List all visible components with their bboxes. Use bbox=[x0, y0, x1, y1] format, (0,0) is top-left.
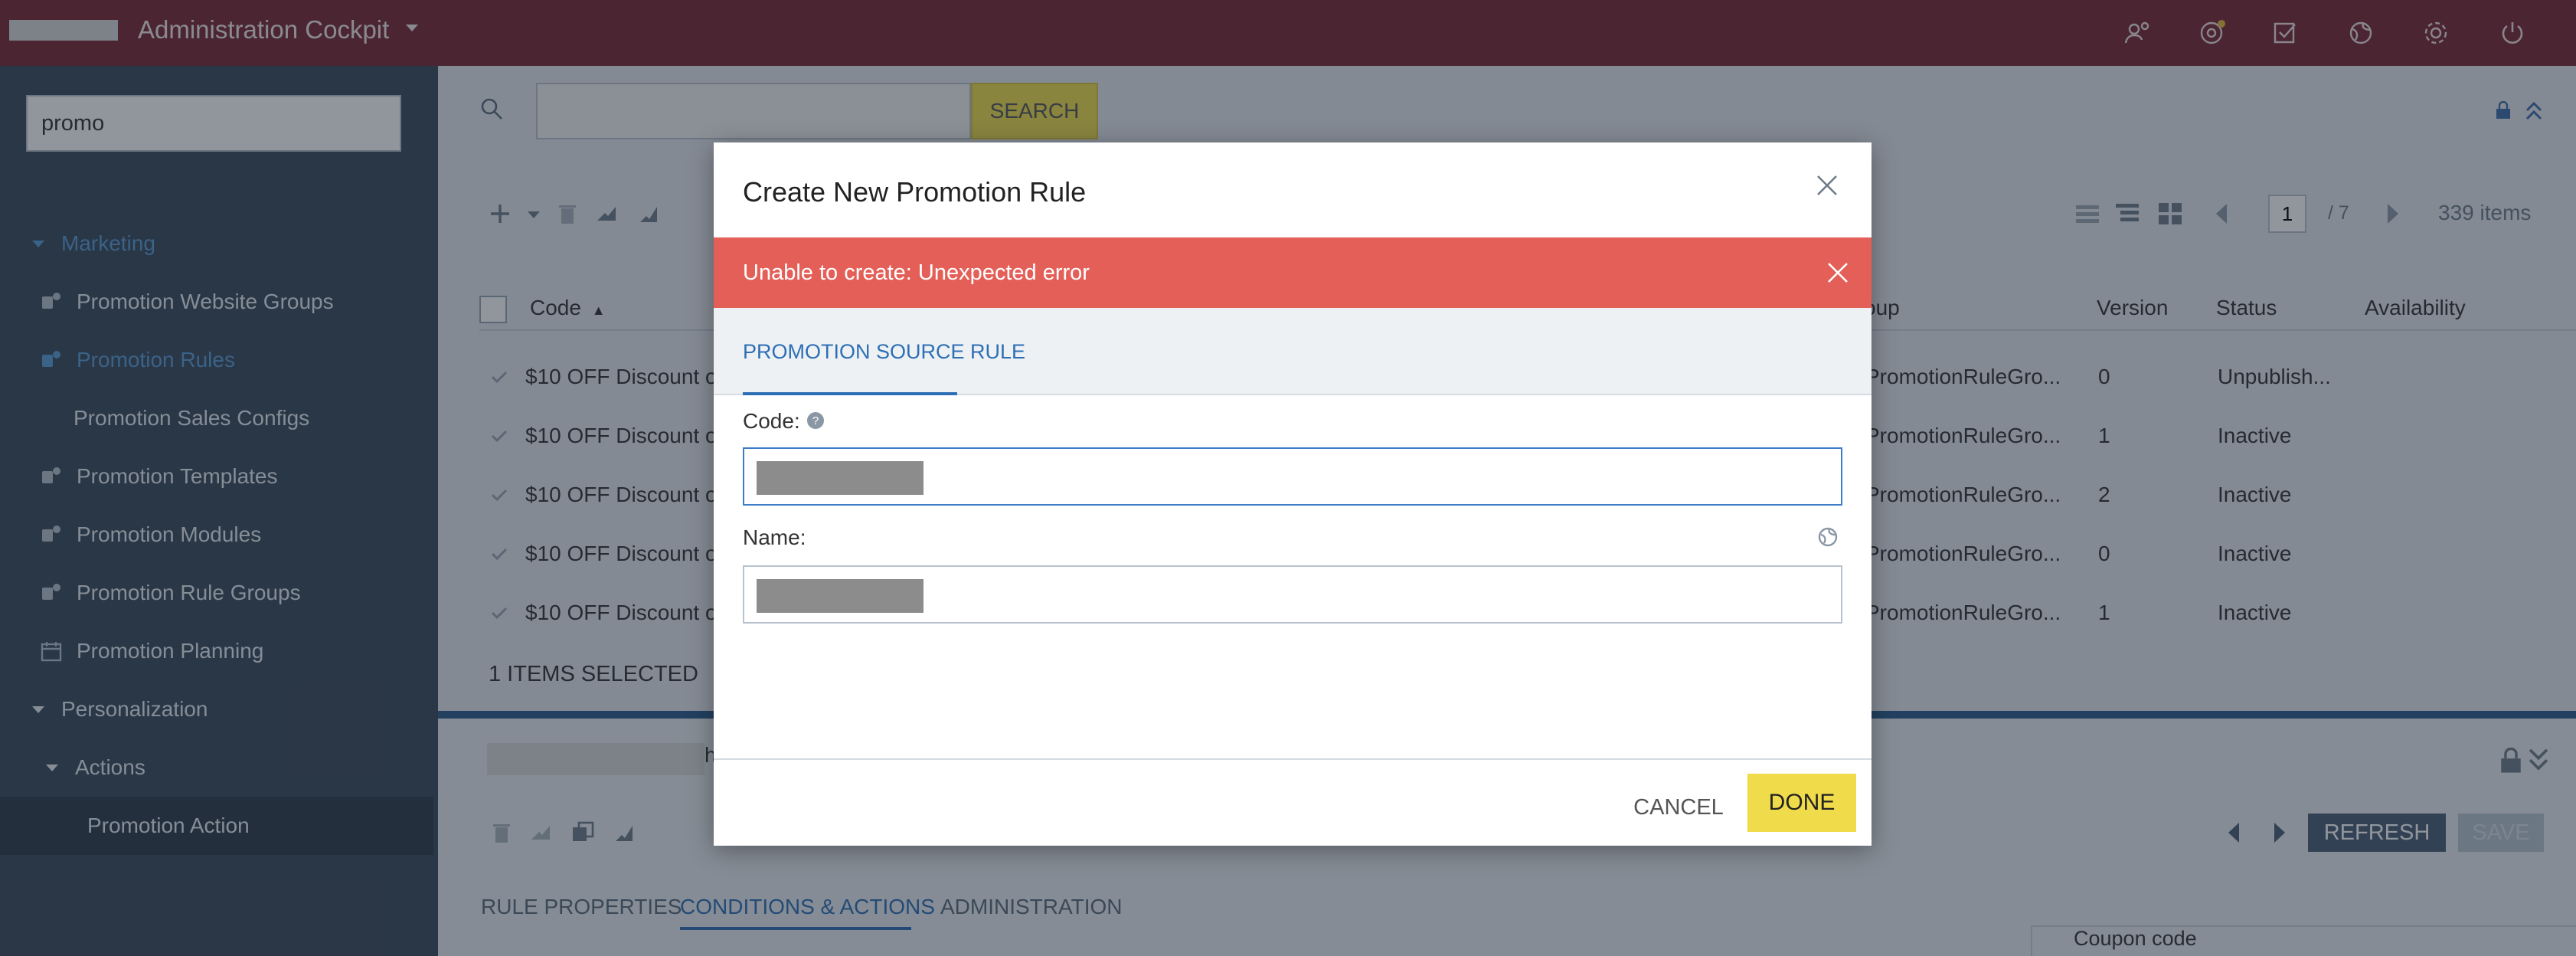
code-label: Code: bbox=[743, 409, 800, 433]
localization-globe-icon[interactable] bbox=[1816, 525, 1839, 548]
cancel-button[interactable]: CANCEL bbox=[1617, 780, 1740, 835]
error-close-icon[interactable] bbox=[1822, 257, 1853, 288]
dialog-close-icon[interactable] bbox=[1812, 170, 1842, 201]
error-message: Unable to create: Unexpected error bbox=[743, 260, 1090, 285]
svg-text:?: ? bbox=[812, 414, 819, 427]
tab-promotion-source-rule[interactable]: PROMOTION SOURCE RULE bbox=[743, 340, 1025, 364]
done-button[interactable]: DONE bbox=[1747, 774, 1856, 832]
code-input[interactable] bbox=[743, 447, 1842, 506]
create-promotion-rule-dialog: Create New Promotion Rule Unable to crea… bbox=[714, 142, 1872, 846]
name-input[interactable] bbox=[743, 565, 1842, 624]
active-tab-indicator bbox=[743, 392, 957, 395]
name-label: Name: bbox=[743, 525, 806, 549]
dialog-footer-divider bbox=[714, 758, 1872, 760]
code-value-redacted bbox=[757, 461, 924, 495]
dialog-title: Create New Promotion Rule bbox=[743, 176, 1087, 208]
name-value-redacted bbox=[757, 579, 924, 613]
help-icon[interactable]: ? bbox=[806, 411, 825, 431]
dialog-tab-strip: PROMOTION SOURCE RULE bbox=[714, 308, 1872, 395]
error-banner: Unable to create: Unexpected error bbox=[714, 237, 1872, 308]
